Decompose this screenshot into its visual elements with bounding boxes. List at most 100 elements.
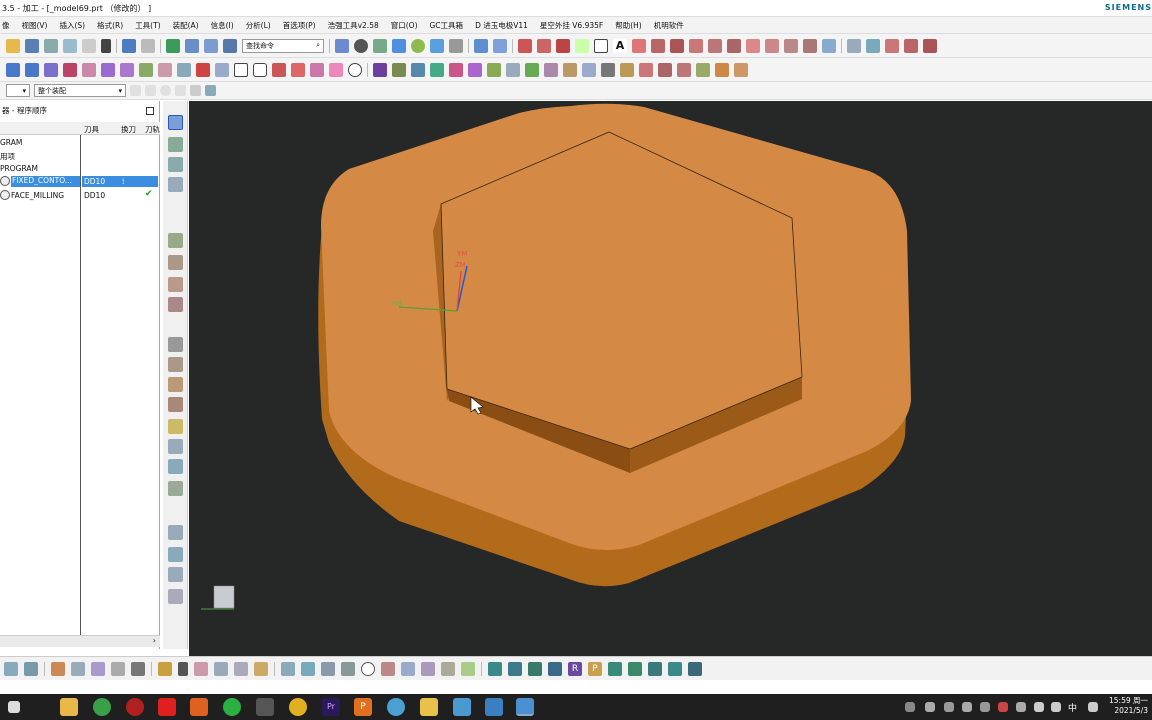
nx-icon[interactable] (485, 698, 503, 716)
menu-item-edit[interactable]: 像 (2, 20, 10, 31)
tree-icon[interactable] (639, 62, 653, 77)
circle-icon[interactable] (348, 62, 362, 77)
menu-item-window[interactable]: 窗口(O) (391, 20, 418, 31)
wps-icon[interactable]: P (354, 698, 372, 716)
join-curve-icon[interactable] (727, 38, 741, 53)
snap-settings-icon[interactable] (158, 661, 172, 676)
delete-icon[interactable] (101, 38, 111, 53)
screenshot-icon[interactable] (256, 698, 274, 716)
snap-center-icon[interactable] (205, 85, 216, 96)
reuse-library-tab-icon[interactable] (168, 233, 183, 248)
tool-path-10-icon[interactable] (168, 567, 183, 582)
video-icon[interactable] (158, 698, 176, 716)
media-icon[interactable] (190, 698, 208, 716)
chrome-icon[interactable] (289, 698, 307, 716)
tray-icon-6[interactable] (998, 702, 1008, 712)
cat-icon[interactable] (601, 62, 615, 77)
roles-tab-icon[interactable] (168, 337, 183, 352)
op-level-icon[interactable] (321, 661, 335, 676)
snap-end-icon[interactable] (175, 85, 186, 96)
file-explorer-icon[interactable] (60, 698, 78, 716)
tool-path-8-icon[interactable] (168, 525, 183, 540)
snap-icon[interactable] (185, 38, 199, 53)
section-icon[interactable] (885, 38, 899, 53)
filter-icon[interactable] (130, 85, 141, 96)
move-icon[interactable] (91, 661, 105, 676)
snap-point-icon[interactable] (160, 85, 171, 96)
command-search-input[interactable]: 查找命令 ⌕ (242, 38, 324, 53)
cam-1-icon[interactable] (488, 661, 502, 676)
history-tab-icon[interactable] (168, 255, 183, 270)
horizontal-scrollbar[interactable]: › (0, 635, 160, 647)
intersect-curve-icon[interactable] (689, 38, 703, 53)
cam-p-icon[interactable]: P (588, 661, 602, 676)
tray-icon-2[interactable] (925, 702, 935, 712)
menu-item-analysis[interactable]: 分析(L) (246, 20, 271, 31)
path-display-icon[interactable] (734, 62, 748, 77)
polygon-icon[interactable] (632, 38, 646, 53)
cut-region-icon[interactable] (449, 62, 463, 77)
verify-path-icon[interactable] (177, 62, 191, 77)
browser-icon[interactable] (93, 698, 111, 716)
analysis-icon[interactable] (866, 38, 880, 53)
info-icon[interactable] (214, 661, 228, 676)
tool-path-4-icon[interactable] (168, 419, 183, 434)
op-param-icon[interactable] (281, 661, 295, 676)
create-tool-icon[interactable] (101, 62, 115, 77)
copy-icon[interactable] (63, 38, 77, 53)
background-icon[interactable] (449, 38, 463, 53)
measure-icon[interactable] (847, 38, 861, 53)
cut-icon[interactable] (44, 38, 58, 53)
copy-op-icon[interactable] (715, 62, 729, 77)
tray-icon-5[interactable] (980, 702, 990, 712)
csys-icon[interactable] (493, 38, 507, 53)
program-p-icon[interactable] (373, 62, 387, 77)
shop-doc-icon[interactable] (506, 62, 520, 77)
selection-scope-dropdown[interactable]: 整个装配 ▾ (34, 84, 126, 97)
ruler-icon[interactable] (131, 661, 145, 676)
menu-item-preferences[interactable]: 首选项(P) (283, 20, 316, 31)
output-icon[interactable] (582, 62, 596, 77)
tool-path-1-icon[interactable] (168, 357, 183, 372)
assembly-tab-icon[interactable] (168, 157, 183, 172)
edit-params-icon[interactable] (696, 62, 710, 77)
cam-8-icon[interactable] (668, 661, 682, 676)
datum-icon[interactable] (291, 62, 305, 77)
tray-icon-3[interactable] (944, 702, 954, 712)
divide-curve-icon[interactable] (784, 38, 798, 53)
network-icon[interactable] (453, 698, 471, 716)
menu-item-info[interactable]: 信息(I) (211, 20, 234, 31)
edit-object-icon[interactable] (254, 661, 268, 676)
cam-3-icon[interactable] (528, 661, 542, 676)
create-program-icon[interactable] (82, 62, 96, 77)
task-view-icon[interactable] (8, 701, 20, 713)
menu-item-electrode[interactable]: D 进玉电极V11 (475, 20, 528, 31)
keyboard-icon[interactable] (1088, 702, 1098, 712)
tool-path-3-icon[interactable] (168, 397, 183, 412)
move-object-icon[interactable] (310, 62, 324, 77)
render-style-icon[interactable] (392, 38, 406, 53)
menu-item-xingkong[interactable]: 星空外挂 V6.935F (540, 20, 603, 31)
box-icon[interactable] (234, 62, 248, 77)
postprocess-icon[interactable] (215, 62, 229, 77)
system-clock[interactable]: 15:59 周一 2021/5/3 (1109, 696, 1148, 716)
bridge-curve-icon[interactable] (708, 38, 722, 53)
generate-path-icon[interactable] (158, 62, 172, 77)
layer-icon[interactable] (4, 661, 18, 676)
fit-view-icon[interactable] (335, 38, 349, 53)
column-tool-change[interactable]: 换刀 (121, 124, 136, 135)
op-point-icon[interactable] (361, 661, 375, 676)
workplane-icon[interactable] (24, 661, 38, 676)
select-all-icon[interactable] (145, 85, 156, 96)
create-operation-icon[interactable] (63, 62, 77, 77)
mirror-curve-icon[interactable] (822, 38, 836, 53)
grid-icon[interactable] (111, 661, 125, 676)
menu-item-tools[interactable]: 工具(T) (135, 20, 160, 31)
project-curve-icon[interactable] (670, 38, 684, 53)
object-info-icon[interactable] (234, 661, 248, 676)
refresh-icon[interactable] (166, 38, 180, 53)
premiere-icon[interactable]: Pr (322, 698, 340, 716)
column-divider[interactable] (80, 135, 81, 635)
sort-icon[interactable] (677, 62, 691, 77)
machine-tool-tab-icon[interactable] (168, 137, 183, 152)
